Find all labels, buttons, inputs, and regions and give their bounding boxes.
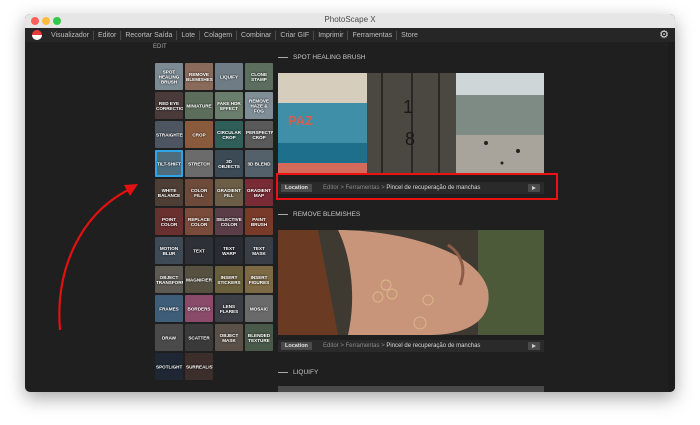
annotation-arrow: [58, 184, 138, 331]
